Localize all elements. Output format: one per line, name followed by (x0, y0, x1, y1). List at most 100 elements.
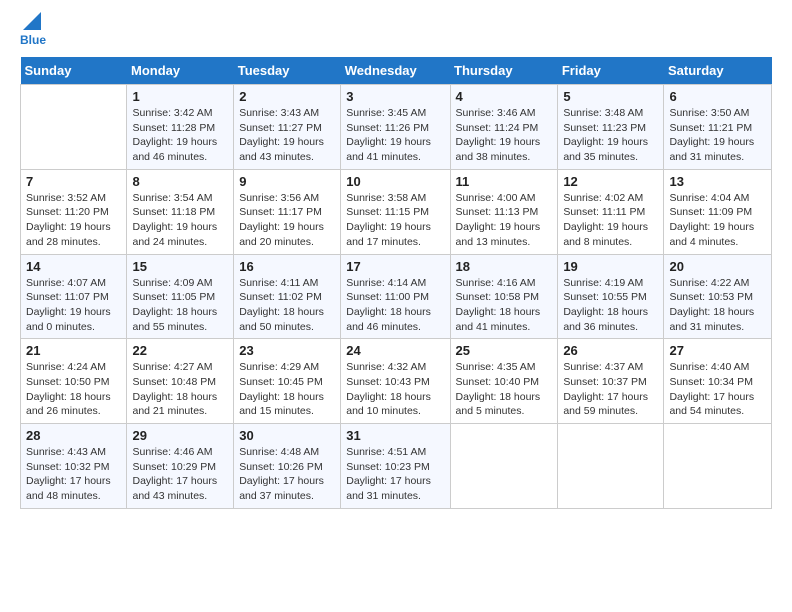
day-number: 13 (669, 174, 766, 189)
calendar-cell: 4 Sunrise: 3:46 AM Sunset: 11:24 PM Dayli… (450, 85, 558, 170)
calendar-cell: 26Sunrise: 4:37 AM Sunset: 10:37 PM Dayl… (558, 339, 664, 424)
day-number: 18 (456, 259, 553, 274)
day-info: Sunrise: 4:46 AM Sunset: 10:29 PM Daylig… (132, 445, 228, 504)
day-number: 28 (26, 428, 121, 443)
calendar-cell: 14 Sunrise: 4:07 AM Sunset: 11:07 PM Dayl… (21, 254, 127, 339)
calendar-cell: 2 Sunrise: 3:43 AM Sunset: 11:27 PM Dayli… (234, 85, 341, 170)
day-number: 15 (132, 259, 228, 274)
header-wednesday: Wednesday (341, 57, 450, 85)
day-number: 11 (456, 174, 553, 189)
day-info: Sunrise: 4:09 AM Sunset: 11:05 PM Daylig… (132, 276, 228, 335)
day-number: 3 (346, 89, 444, 104)
day-number: 12 (563, 174, 658, 189)
day-info: Sunrise: 4:51 AM Sunset: 10:23 PM Daylig… (346, 445, 444, 504)
day-info: Sunrise: 4:32 AM Sunset: 10:43 PM Daylig… (346, 360, 444, 419)
calendar-cell: 7 Sunrise: 3:52 AM Sunset: 11:20 PM Dayli… (21, 169, 127, 254)
calendar-week-row: 1 Sunrise: 3:42 AM Sunset: 11:28 PM Dayli… (21, 85, 772, 170)
day-info: Sunrise: 4:16 AM Sunset: 10:58 PM Daylig… (456, 276, 553, 335)
calendar-cell: 6 Sunrise: 3:50 AM Sunset: 11:21 PM Dayli… (664, 85, 772, 170)
day-info: Sunrise: 3:48 AM Sunset: 11:23 PM Daylig… (563, 106, 658, 165)
day-number: 17 (346, 259, 444, 274)
day-info: Sunrise: 4:19 AM Sunset: 10:55 PM Daylig… (563, 276, 658, 335)
calendar-cell: 20 Sunrise: 4:22 AM Sunset: 10:53 PM Dayl… (664, 254, 772, 339)
day-info: Sunrise: 3:50 AM Sunset: 11:21 PM Daylig… (669, 106, 766, 165)
day-info: Sunrise: 3:56 AM Sunset: 11:17 PM Daylig… (239, 191, 335, 250)
day-info: Sunrise: 3:52 AM Sunset: 11:20 PM Daylig… (26, 191, 121, 250)
header-monday: Monday (127, 57, 234, 85)
logo-tagline: Blue (20, 33, 46, 47)
day-number: 7 (26, 174, 121, 189)
day-number: 10 (346, 174, 444, 189)
day-number: 1 (132, 89, 228, 104)
day-number: 4 (456, 89, 553, 104)
day-info: Sunrise: 3:42 AM Sunset: 11:28 PM Daylig… (132, 106, 228, 165)
day-info: Sunrise: 3:43 AM Sunset: 11:27 PM Daylig… (239, 106, 335, 165)
day-number: 21 (26, 343, 121, 358)
day-info: Sunrise: 4:14 AM Sunset: 11:00 PM Daylig… (346, 276, 444, 335)
day-number: 26 (563, 343, 658, 358)
calendar-cell: 28 Sunrise: 4:43 AM Sunset: 10:32 PM Dayl… (21, 424, 127, 509)
day-number: 20 (669, 259, 766, 274)
day-number: 14 (26, 259, 121, 274)
day-info: Sunrise: 4:29 AM Sunset: 10:45 PM Daylig… (239, 360, 335, 419)
day-info: Sunrise: 4:35 AM Sunset: 10:40 PM Daylig… (456, 360, 553, 419)
day-info: Sunrise: 4:48 AM Sunset: 10:26 PM Daylig… (239, 445, 335, 504)
header-thursday: Thursday (450, 57, 558, 85)
calendar-cell: 29 Sunrise: 4:46 AM Sunset: 10:29 PM Dayl… (127, 424, 234, 509)
calendar-cell: 31 Sunrise: 4:51 AM Sunset: 10:23 PM Dayl… (341, 424, 450, 509)
day-info: Sunrise: 4:27 AM Sunset: 10:48 PM Daylig… (132, 360, 228, 419)
day-info: Sunrise: 4:24 AM Sunset: 10:50 PM Daylig… (26, 360, 121, 419)
day-number: 31 (346, 428, 444, 443)
day-number: 8 (132, 174, 228, 189)
day-info: Sunrise: 3:58 AM Sunset: 11:15 PM Daylig… (346, 191, 444, 250)
calendar-cell: 17 Sunrise: 4:14 AM Sunset: 11:00 PM Dayl… (341, 254, 450, 339)
calendar-cell: 27 Sunrise: 4:40 AM Sunset: 10:34 PM Dayl… (664, 339, 772, 424)
calendar-cell: 18 Sunrise: 4:16 AM Sunset: 10:58 PM Dayl… (450, 254, 558, 339)
calendar-week-row: 14 Sunrise: 4:07 AM Sunset: 11:07 PM Dayl… (21, 254, 772, 339)
day-info: Sunrise: 4:43 AM Sunset: 10:32 PM Daylig… (26, 445, 121, 504)
logo: Blue (20, 20, 46, 47)
calendar-cell: 25 Sunrise: 4:35 AM Sunset: 10:40 PM Dayl… (450, 339, 558, 424)
page-header: Blue (20, 20, 772, 47)
day-info: Sunrise: 4:02 AM Sunset: 11:11 PM Daylig… (563, 191, 658, 250)
day-number: 6 (669, 89, 766, 104)
day-number: 16 (239, 259, 335, 274)
day-info: Sunrise: 4:22 AM Sunset: 10:53 PM Daylig… (669, 276, 766, 335)
calendar-cell (664, 424, 772, 509)
day-info: Sunrise: 4:07 AM Sunset: 11:07 PM Daylig… (26, 276, 121, 335)
calendar-cell: 9 Sunrise: 3:56 AM Sunset: 11:17 PM Dayli… (234, 169, 341, 254)
calendar-cell: 24 Sunrise: 4:32 AM Sunset: 10:43 PM Dayl… (341, 339, 450, 424)
day-number: 24 (346, 343, 444, 358)
calendar-header-row: SundayMondayTuesdayWednesdayThursdayFrid… (21, 57, 772, 85)
calendar-cell: 23 Sunrise: 4:29 AM Sunset: 10:45 PM Dayl… (234, 339, 341, 424)
day-number: 27 (669, 343, 766, 358)
header-sunday: Sunday (21, 57, 127, 85)
day-info: Sunrise: 3:45 AM Sunset: 11:26 PM Daylig… (346, 106, 444, 165)
calendar-cell: 21 Sunrise: 4:24 AM Sunset: 10:50 PM Dayl… (21, 339, 127, 424)
calendar-week-row: 28 Sunrise: 4:43 AM Sunset: 10:32 PM Dayl… (21, 424, 772, 509)
header-tuesday: Tuesday (234, 57, 341, 85)
day-info: Sunrise: 4:40 AM Sunset: 10:34 PM Daylig… (669, 360, 766, 419)
day-info: Sunrise: 3:54 AM Sunset: 11:18 PM Daylig… (132, 191, 228, 250)
calendar-cell: 8 Sunrise: 3:54 AM Sunset: 11:18 PM Dayli… (127, 169, 234, 254)
day-number: 29 (132, 428, 228, 443)
calendar-cell (558, 424, 664, 509)
day-number: 5 (563, 89, 658, 104)
calendar-week-row: 7 Sunrise: 3:52 AM Sunset: 11:20 PM Dayli… (21, 169, 772, 254)
logo-arrow-icon (23, 12, 41, 30)
day-number: 23 (239, 343, 335, 358)
day-info: Sunrise: 4:04 AM Sunset: 11:09 PM Daylig… (669, 191, 766, 250)
calendar-cell: 19 Sunrise: 4:19 AM Sunset: 10:55 PM Dayl… (558, 254, 664, 339)
day-number: 9 (239, 174, 335, 189)
day-number: 25 (456, 343, 553, 358)
calendar-cell: 11Sunrise: 4:00 AM Sunset: 11:13 PM Dayl… (450, 169, 558, 254)
calendar-cell: 30Sunrise: 4:48 AM Sunset: 10:26 PM Dayl… (234, 424, 341, 509)
day-number: 2 (239, 89, 335, 104)
calendar-cell: 15 Sunrise: 4:09 AM Sunset: 11:05 PM Dayl… (127, 254, 234, 339)
calendar-cell: 12 Sunrise: 4:02 AM Sunset: 11:11 PM Dayl… (558, 169, 664, 254)
day-info: Sunrise: 3:46 AM Sunset: 11:24 PM Daylig… (456, 106, 553, 165)
header-friday: Friday (558, 57, 664, 85)
header-saturday: Saturday (664, 57, 772, 85)
calendar-cell (21, 85, 127, 170)
day-number: 19 (563, 259, 658, 274)
